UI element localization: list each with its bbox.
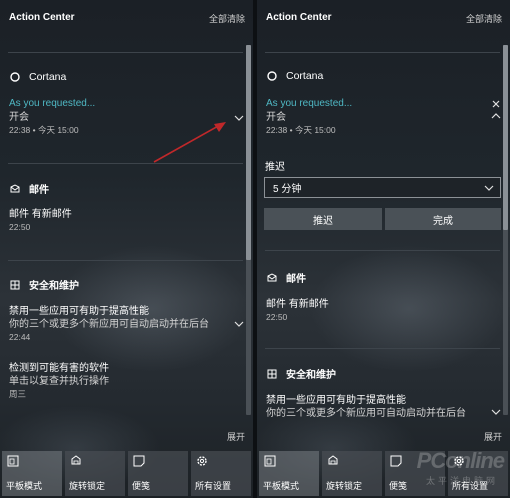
clear-all-link[interactable]: 全部清除 [466, 12, 502, 25]
notification-body: 你的三个或更多个新应用可自动启动并在后台 [9, 319, 209, 330]
divider [265, 250, 500, 251]
quick-action-label: 平板模式 [6, 481, 43, 491]
quick-action-label: 便笺 [132, 481, 151, 491]
cortana-notification[interactable]: As you requested... 开会 22:38 • 今天 15:00 [266, 97, 496, 137]
divider [8, 260, 243, 261]
notification-body: 开会 [266, 112, 286, 123]
notification-title: 禁用一些应用可有助于提高性能 [9, 306, 149, 317]
cortana-app-name: Cortana [29, 71, 67, 83]
quick-action-label: 旋转锁定 [326, 481, 363, 491]
notification-time: 22:50 [9, 222, 31, 232]
divider [8, 52, 243, 53]
notification-body: 单击以复查并执行操作 [9, 376, 109, 387]
security-notification-1[interactable]: 禁用一些应用可有助于提高性能 你的三个或更多个新应用可自动启动并在后台 [266, 394, 490, 418]
flag-icon [9, 279, 21, 291]
chevron-down-icon[interactable] [234, 113, 244, 123]
settings-icon [197, 456, 207, 466]
scrollbar-thumb[interactable] [503, 45, 508, 230]
divider [8, 163, 243, 164]
snooze-duration-select[interactable]: 5 分钟 [264, 177, 501, 198]
quick-action-tablet-mode[interactable]: 平板模式 [2, 451, 62, 496]
notification-time: 22:44 [9, 332, 31, 342]
note-icon [390, 455, 402, 467]
cortana-group-header[interactable]: Cortana [9, 71, 66, 83]
watermark-logo: PConline [416, 448, 505, 473]
cortana-app-name: Cortana [286, 70, 324, 82]
tablet-mode-icon [7, 455, 19, 467]
security-group-header[interactable]: 安全和维护 [266, 366, 336, 381]
quick-action-label: 所有设置 [195, 481, 232, 491]
quick-actions: 平板模式 旋转锁定 便笺 所有设置 [0, 451, 253, 498]
scrollbar-thumb[interactable] [246, 45, 251, 260]
security-notification-1[interactable]: 禁用一些应用可有助于提高性能 你的三个或更多个新应用可自动启动并在后台 22:4… [9, 305, 233, 344]
quick-action-note[interactable]: 便笺 [128, 451, 188, 496]
security-app-name: 安全和维护 [286, 370, 336, 381]
notification-title: 邮件 有新邮件 [266, 299, 329, 310]
notification-time: 22:50 [266, 312, 288, 322]
mail-app-name: 邮件 [286, 274, 306, 285]
tablet-mode-icon [264, 455, 276, 467]
quick-action-label: 旋转锁定 [69, 481, 106, 491]
quick-action-all-settings[interactable]: 所有设置 [191, 451, 251, 496]
security-group-header[interactable]: 安全和维护 [9, 277, 79, 292]
chevron-down-icon[interactable] [234, 319, 244, 329]
mail-group-header[interactable]: 邮件 [266, 270, 306, 285]
note-icon [133, 455, 145, 467]
flag-icon [266, 368, 278, 380]
notification-title: 检测到可能有害的软件 [9, 363, 109, 374]
quick-action-tablet-mode[interactable]: 平板模式 [259, 451, 319, 496]
watermark-subtitle: 太平洋电脑网 [425, 476, 498, 486]
expand-link[interactable]: 展开 [484, 430, 502, 443]
action-center-panel-left: Action Center 全部清除 Cortana As you reques… [0, 0, 253, 498]
quick-action-rotation-lock[interactable]: 旋转锁定 [65, 451, 125, 496]
quick-action-label: 平板模式 [263, 481, 300, 491]
done-button[interactable]: 完成 [385, 208, 501, 230]
notification-time: 周三 [9, 389, 27, 399]
chevron-up-icon[interactable] [491, 111, 501, 121]
rotation-lock-icon [71, 455, 81, 465]
divider [265, 348, 500, 349]
notification-title: As you requested... [9, 98, 96, 109]
cortana-icon [266, 70, 278, 82]
select-value: 5 分钟 [273, 184, 302, 195]
close-icon[interactable] [491, 99, 501, 109]
cortana-icon [9, 71, 21, 83]
divider [265, 52, 500, 53]
quick-action-label: 便笺 [389, 481, 408, 491]
mail-app-name: 邮件 [29, 185, 49, 196]
mail-icon [266, 272, 278, 284]
mail-icon [9, 183, 21, 195]
rotation-lock-icon [328, 455, 338, 465]
notification-time: 22:38 • 今天 15:00 [266, 125, 336, 135]
cortana-group-header[interactable]: Cortana [266, 70, 323, 82]
mail-notification[interactable]: 邮件 有新邮件 22:50 [9, 208, 239, 234]
security-notification-2[interactable]: 检测到可能有害的软件 单击以复查并执行操作 周三 [9, 362, 239, 401]
mail-notification[interactable]: 邮件 有新邮件 22:50 [266, 298, 496, 324]
action-center-panel-right: Action Center 全部清除 Cortana As you reques… [257, 0, 510, 498]
chevron-down-icon[interactable] [491, 407, 501, 417]
quick-action-rotation-lock[interactable]: 旋转锁定 [322, 451, 382, 496]
notification-title: As you requested... [266, 98, 353, 109]
annotation-arrow-icon [153, 122, 226, 163]
mail-group-header[interactable]: 邮件 [9, 181, 49, 196]
expand-link[interactable]: 展开 [227, 430, 245, 443]
chevron-down-icon [484, 185, 494, 191]
notification-title: 邮件 有新邮件 [9, 209, 72, 220]
panel-title: Action Center [266, 12, 332, 23]
snooze-label: 推迟 [265, 162, 285, 173]
snooze-button[interactable]: 推迟 [264, 208, 382, 230]
security-app-name: 安全和维护 [29, 281, 79, 292]
panel-title: Action Center [9, 12, 75, 23]
clear-all-link[interactable]: 全部清除 [209, 12, 245, 25]
notification-body: 你的三个或更多个新应用可自动启动并在后台 [266, 408, 466, 418]
notification-title: 禁用一些应用可有助于提高性能 [266, 395, 406, 406]
